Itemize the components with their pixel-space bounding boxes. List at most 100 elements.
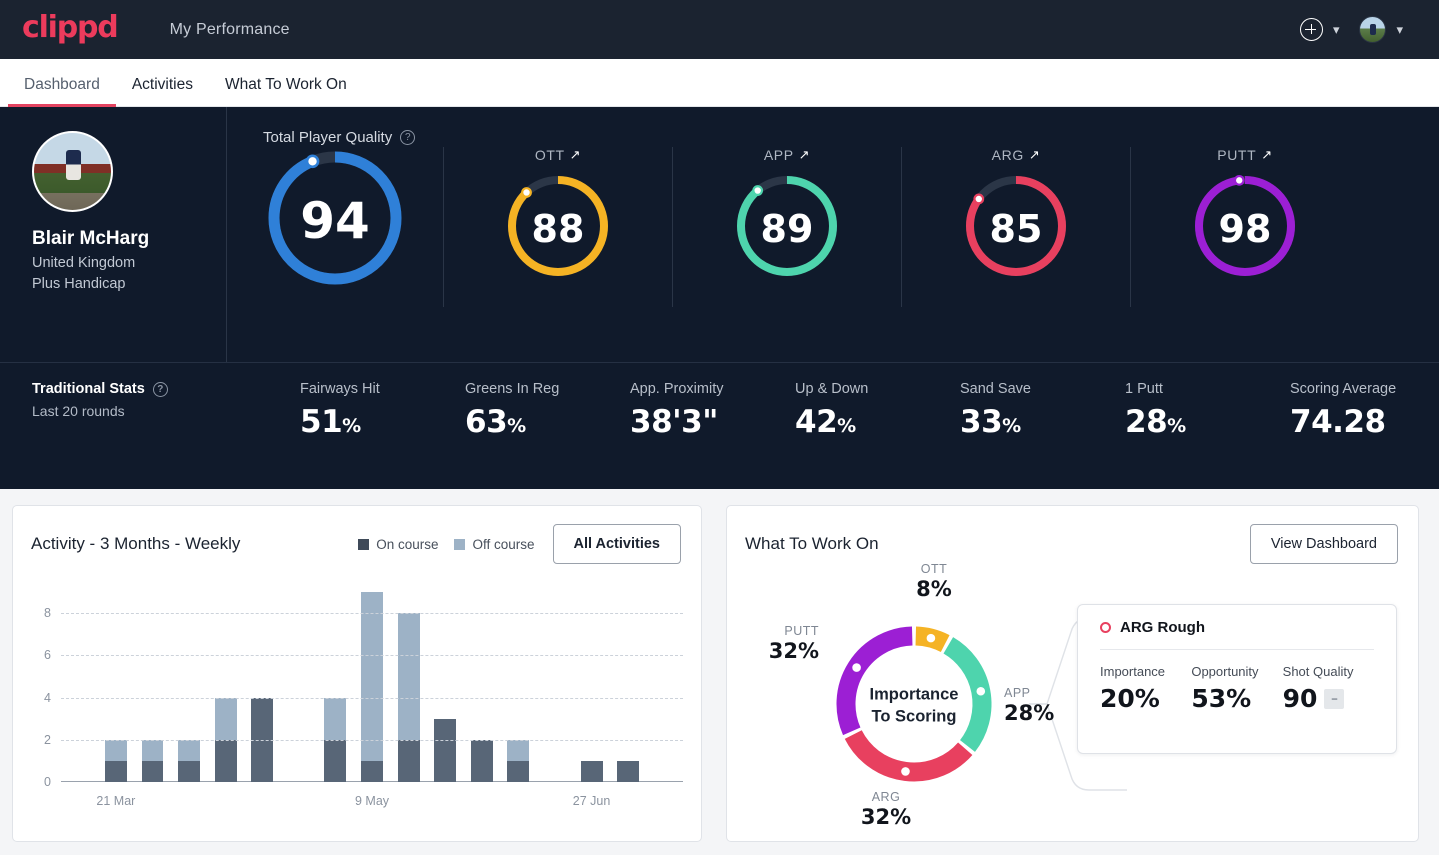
gauge-arg[interactable]: ARG ↗ 85 <box>901 147 1130 307</box>
donut-marker-putt[interactable] <box>849 660 864 675</box>
stacked-bar[interactable] <box>507 739 530 782</box>
gauge-putt[interactable]: PUTT ↗ 98 <box>1130 147 1359 307</box>
wtwo-card-title: What To Work On <box>745 534 879 553</box>
traditional-stats-title: Traditional Stats ? <box>32 381 300 397</box>
traditional-stats-subtitle: Last 20 rounds <box>32 403 125 419</box>
bar-slot[interactable] <box>281 592 318 782</box>
bar-slot[interactable] <box>610 592 647 782</box>
tab-bar: Dashboard Activities What To Work On <box>0 59 1439 107</box>
app-logo[interactable]: clippd <box>22 13 119 43</box>
bar-slot[interactable] <box>427 592 464 782</box>
bar-segment-off-course <box>507 739 530 761</box>
bar-slot[interactable] <box>171 592 208 782</box>
bar-segment-on-course <box>178 760 201 782</box>
bar-slot[interactable] <box>537 592 574 782</box>
all-activities-button[interactable]: All Activities <box>552 524 681 564</box>
donut-marker-ott[interactable] <box>924 631 938 645</box>
gauge-label-text-ott: OTT <box>534 147 565 163</box>
question-circle-icon[interactable]: ? <box>400 130 416 145</box>
bar-slot[interactable] <box>134 592 171 782</box>
stat-value: 42% <box>795 404 856 440</box>
bar-slot[interactable] <box>573 592 610 782</box>
legend-item-on-course[interactable]: On course <box>358 537 438 552</box>
traditional-stats: Traditional Stats ? Last 20 rounds Fairw… <box>0 362 1439 489</box>
bar-segment-on-course <box>361 760 384 782</box>
gauge-label-text-app: APP <box>763 147 794 163</box>
stacked-bar[interactable] <box>434 718 457 782</box>
legend-item-off-course[interactable]: Off course <box>454 537 535 552</box>
shot-quality-trend-chip: – <box>1324 688 1345 709</box>
y-axis-tick: 0 <box>44 775 51 789</box>
avatar[interactable] <box>1359 16 1387 43</box>
top-bar-actions: ▾ ▾ <box>1299 16 1417 43</box>
tab-dashboard[interactable]: Dashboard <box>8 76 116 107</box>
chevron-down-icon-profile[interactable]: ▾ <box>1396 23 1403 36</box>
bar-slot[interactable] <box>647 592 684 782</box>
y-axis-tick: 6 <box>44 648 51 663</box>
y-axis-tick: 8 <box>44 606 51 621</box>
x-axis-labels: 21 Mar 9 May 27 Jun <box>61 794 683 814</box>
bar-segment-on-course <box>141 760 164 782</box>
bar-slot[interactable] <box>317 592 354 782</box>
stat-fairways-hit: Fairways Hit 51% <box>300 381 465 440</box>
stat-value: 74.28 <box>1290 404 1386 440</box>
donut-center-line2: To Scoring <box>871 708 957 726</box>
cards-row: Activity - 3 Months - Weekly On course O… <box>0 489 1439 842</box>
gauge-ott[interactable]: OTT ↗ 88 <box>443 147 672 307</box>
bar-slot[interactable] <box>500 592 537 782</box>
detail-stat-value: 20% <box>1100 684 1160 713</box>
bar-slot[interactable] <box>354 592 391 782</box>
bar-segment-on-course <box>507 760 530 782</box>
tab-what-to-work-on[interactable]: What To Work On <box>209 76 363 106</box>
player-avatar[interactable] <box>32 131 113 212</box>
detail-stat-value: 53% <box>1191 684 1252 713</box>
bar-slot[interactable] <box>207 592 244 782</box>
gauge-label-ott: OTT ↗ <box>535 147 581 163</box>
bar-slot[interactable] <box>244 592 281 782</box>
bar-segment-off-course <box>178 739 201 761</box>
bar-segment-off-course <box>361 592 384 761</box>
gauge-app[interactable]: APP ↗ 89 <box>672 147 901 307</box>
stat-label: Up & Down <box>795 381 869 397</box>
bar-slot[interactable] <box>390 592 427 782</box>
bar-segment-on-course <box>580 760 603 782</box>
donut-center-label: Importance To Scoring <box>849 684 979 729</box>
x-axis-tick: 27 Jun <box>572 794 611 808</box>
stat-unit: % <box>1002 415 1021 437</box>
stacked-bar[interactable] <box>470 739 493 782</box>
bar-slot[interactable] <box>464 592 501 782</box>
stacked-bar[interactable] <box>141 739 164 782</box>
activity-card-title: Activity - 3 Months - Weekly <box>31 534 241 553</box>
view-dashboard-button[interactable]: View Dashboard <box>1249 524 1398 564</box>
bar-segment-off-course <box>397 613 420 740</box>
stacked-bar[interactable] <box>178 739 201 782</box>
bar-slot[interactable] <box>98 592 135 782</box>
gauge-ring-ott: 88 <box>504 172 612 285</box>
stacked-bar[interactable] <box>361 592 384 782</box>
arg-rough-detail-card[interactable]: ARG Rough Importance 20% Opportunity 53% <box>1077 604 1397 754</box>
y-axis-tick: 4 <box>44 690 51 705</box>
trend-up-icon-app: ↗ <box>798 147 811 162</box>
gauge-total-player-quality[interactable]: 94 <box>227 147 443 294</box>
stacked-bar[interactable] <box>104 739 127 782</box>
stacked-bar[interactable] <box>580 760 603 782</box>
gauge-label-text-arg: ARG <box>991 147 1024 163</box>
stacked-bar[interactable] <box>617 760 640 782</box>
donut-marker-arg[interactable] <box>898 764 913 779</box>
tab-activities[interactable]: Activities <box>116 76 209 106</box>
player-profile: Blair McHarg United Kingdom Plus Handica… <box>0 107 226 362</box>
bar-segment-on-course <box>397 739 420 782</box>
donut-label-value: 32% <box>768 639 819 663</box>
total-player-quality-label: Total Player Quality ? <box>263 129 416 146</box>
question-circle-icon-traditional[interactable]: ? <box>152 381 168 397</box>
detail-stat-label: Importance <box>1100 664 1166 679</box>
bar-slot[interactable] <box>61 592 98 782</box>
legend-swatch-icon-on-course <box>358 538 370 550</box>
tpq-text: Total Player Quality <box>263 129 393 146</box>
gauge-value-putt: 98 <box>1218 206 1272 251</box>
chevron-down-icon-add[interactable]: ▾ <box>1333 23 1340 36</box>
plus-circle-icon[interactable] <box>1299 18 1323 41</box>
nav-title[interactable]: My Performance <box>170 21 290 39</box>
bar-segment-on-course <box>470 739 493 782</box>
gauge-label-arg: ARG ↗ <box>992 147 1041 163</box>
